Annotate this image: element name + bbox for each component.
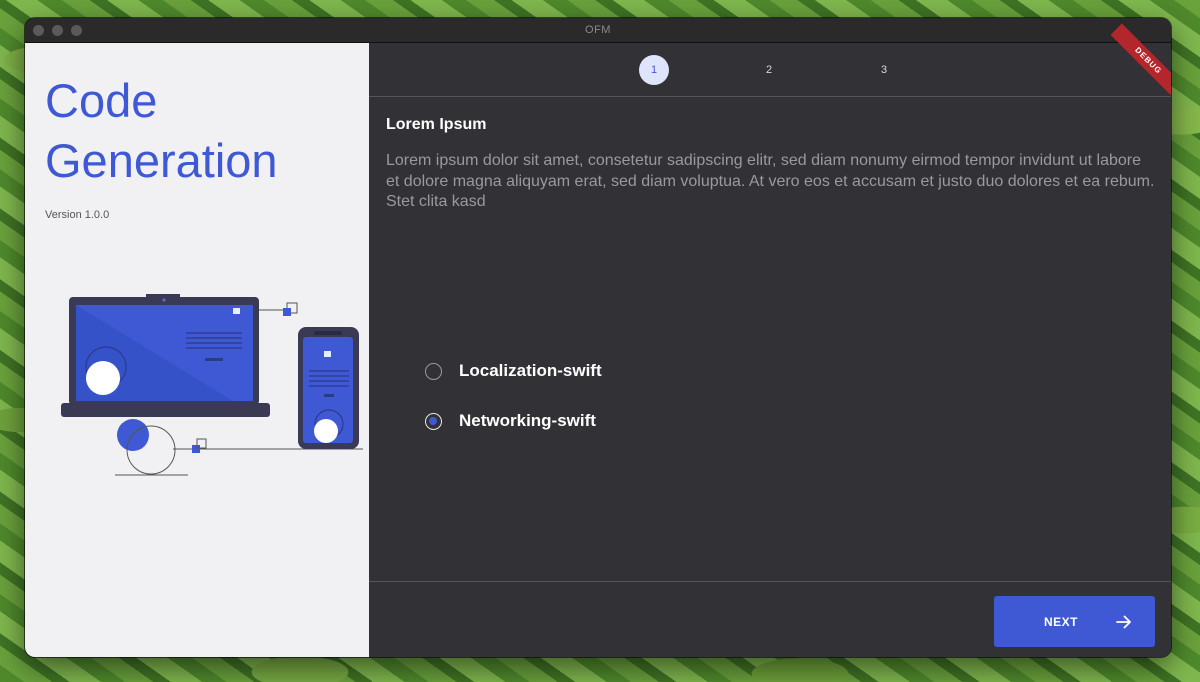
main-panel: 1 2 3 DEBUG Lorem Ipsum Lorem ipsum dolo… <box>369 23 1171 657</box>
option-label: Networking-swift <box>459 411 596 430</box>
step-3[interactable]: 3 <box>869 55 899 85</box>
title-bar: OFM <box>25 18 1171 43</box>
sidebar: Code Generation Version 1.0.0 <box>25 43 369 657</box>
step-2[interactable]: 2 <box>754 55 784 85</box>
app-window: OFM Code Generation Version 1.0.0 1 2 3 … <box>25 18 1171 657</box>
footer-bar: NEXT <box>369 581 1171 657</box>
window-title: OFM <box>585 24 611 36</box>
arrow-right-icon <box>1116 614 1132 630</box>
option-label: Localization-swift <box>459 361 602 380</box>
section-heading: Lorem Ipsum <box>386 116 487 133</box>
option-localization-swift[interactable]: Localization-swift <box>425 361 602 381</box>
next-button[interactable]: NEXT <box>994 596 1155 647</box>
option-networking-swift[interactable]: Networking-swift <box>425 411 596 431</box>
next-button-label: NEXT <box>1044 614 1079 629</box>
stepper: 1 2 3 DEBUG <box>369 23 1171 99</box>
radio-button[interactable] <box>425 362 442 380</box>
devices-illustration <box>61 294 363 476</box>
section-description: Lorem ipsum dolor sit amet, consetetur s… <box>386 152 1155 210</box>
radio-button-selected[interactable] <box>425 412 442 430</box>
step-1[interactable]: 1 <box>639 55 669 85</box>
app-title: Code Generation <box>45 74 278 187</box>
version-label: Version 1.0.0 <box>45 209 110 221</box>
